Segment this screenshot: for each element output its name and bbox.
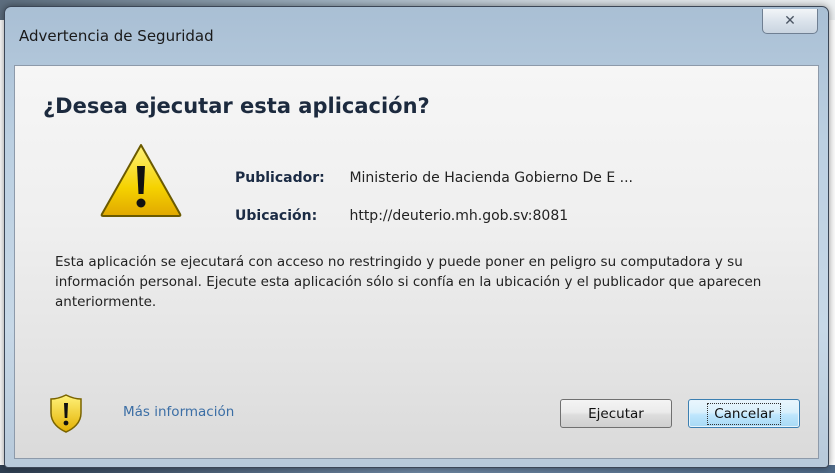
security-warning-window: Advertencia de Seguridad ✕ ¿Desea ejecut… <box>4 6 829 468</box>
location-value: http://deuterio.mh.gob.sv:8081 <box>349 208 569 224</box>
dialog-heading: ¿Desea ejecutar esta aplicación? <box>43 94 430 118</box>
close-button[interactable]: ✕ <box>762 9 818 34</box>
title-bar[interactable]: Advertencia de Seguridad ✕ <box>5 7 828 65</box>
publisher-label: Publicador: <box>235 170 325 186</box>
warning-description: Esta aplicación se ejecutará con acceso … <box>55 254 762 310</box>
dialog-content: ¿Desea ejecutar esta aplicación? Publica… <box>14 65 819 459</box>
shield-warning-icon <box>50 394 82 433</box>
location-row: Ubicación: http://deuterio.mh.gob.sv:808… <box>235 208 568 224</box>
location-label: Ubicación: <box>235 208 318 224</box>
publisher-value: Ministerio de Hacienda Gobierno De E ... <box>349 170 633 186</box>
cancel-button[interactable]: Cancelar <box>688 399 800 428</box>
warning-triangle-icon <box>100 144 182 217</box>
window-title: Advertencia de Seguridad <box>19 27 214 45</box>
more-info-link[interactable]: Más información <box>123 404 234 420</box>
run-button[interactable]: Ejecutar <box>560 399 672 428</box>
cancel-button-label: Cancelar <box>707 402 781 425</box>
run-button-label: Ejecutar <box>588 405 644 422</box>
close-icon: ✕ <box>784 13 796 29</box>
publisher-row: Publicador: Ministerio de Hacienda Gobie… <box>235 170 633 186</box>
